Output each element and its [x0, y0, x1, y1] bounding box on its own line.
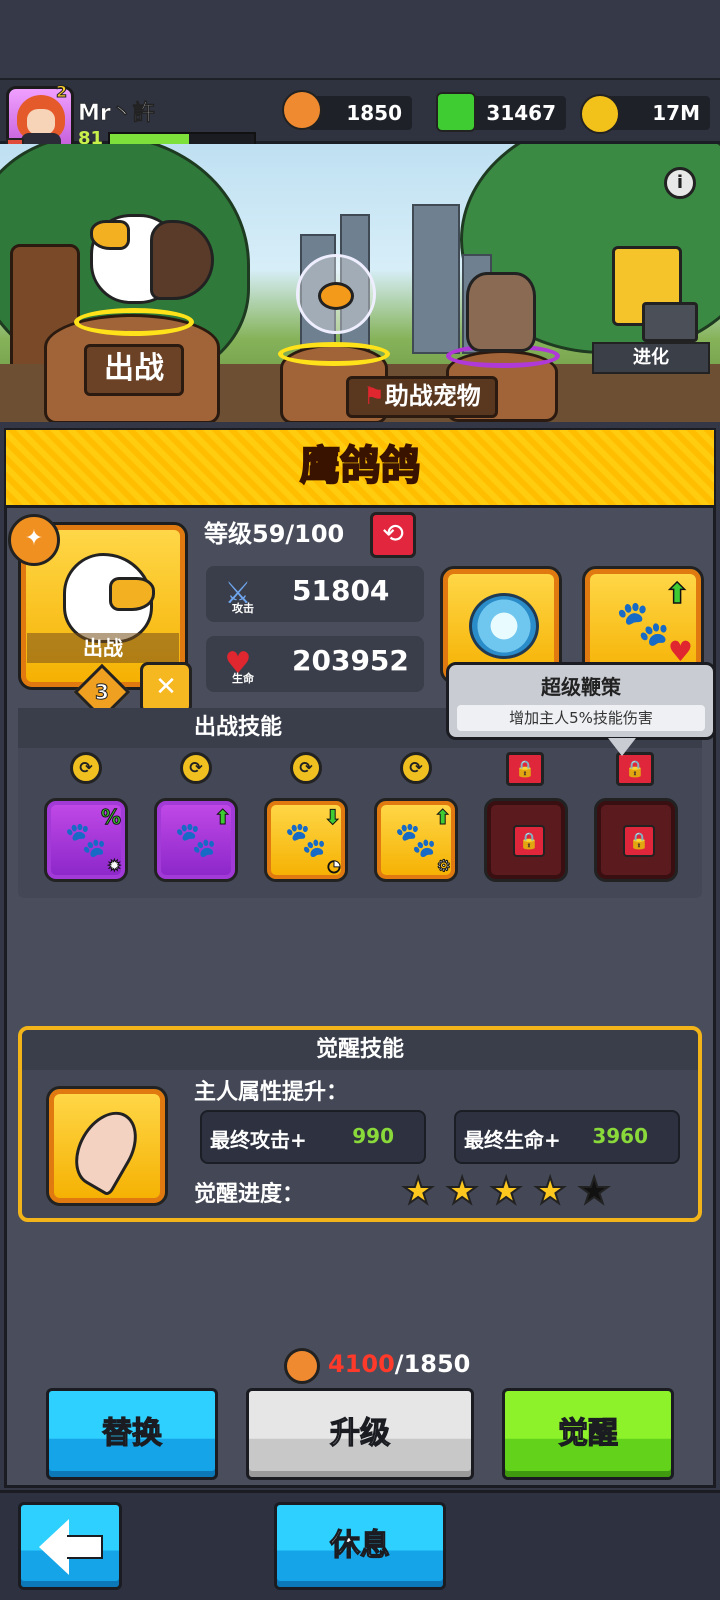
progress-label: 觉醒进度：: [194, 1182, 305, 1207]
swap-icon[interactable]: ✕: [140, 662, 192, 714]
lock-icon: 🔒: [506, 752, 544, 786]
status-bar: [0, 0, 720, 78]
star-filled-icon: ★: [533, 1171, 567, 1213]
cost-owned: /1850: [394, 1350, 471, 1378]
whip-icon: ⚙: [436, 856, 451, 876]
cost-needed: 4100: [328, 1350, 395, 1378]
token-value: 1850: [346, 101, 402, 125]
skill-slot-indicator: ⟳: [290, 752, 322, 784]
replace-button[interactable]: 替换: [46, 1388, 218, 1480]
skill-locked-2[interactable]: 🔒: [594, 798, 678, 882]
back-arrow-icon: [39, 1519, 69, 1575]
skill-damage-up[interactable]: 🐾 ⬆ ⚙: [374, 798, 458, 882]
percent-icon: %: [100, 805, 121, 830]
portrait-deploy-label: 出战: [27, 633, 179, 663]
species-badge-icon: ✦: [8, 514, 60, 566]
coin-plus-icon[interactable]: [580, 94, 620, 134]
final-hp-box: 最终生命+ 3960: [454, 1110, 680, 1164]
feather-skill[interactable]: [46, 1086, 168, 1206]
token-icon: [282, 90, 322, 130]
arrow-up-icon: ⬆: [434, 805, 452, 830]
upgrade-button[interactable]: 升级: [246, 1388, 474, 1480]
star-level: 3: [95, 680, 110, 705]
assist-pet-sign[interactable]: ⚑助战宠物: [346, 376, 498, 418]
awaken-stars: ★ ★ ★ ★ ★: [401, 1171, 632, 1216]
boost-label: 主人属性提升：: [194, 1080, 349, 1105]
token-cost-icon: [284, 1348, 320, 1384]
awaken-button[interactable]: 觉醒: [502, 1388, 674, 1480]
token-counter: 1850: [308, 96, 412, 130]
skill-cooldown-down[interactable]: 🐾 ⬇ ◔: [264, 798, 348, 882]
tornado-icon: [469, 593, 539, 659]
info-icon[interactable]: i: [664, 167, 696, 199]
skill-attack-up[interactable]: 🐾 ⬆: [154, 798, 238, 882]
deploy-sign[interactable]: 出战: [84, 344, 184, 396]
arrow-up-icon: ⬆: [665, 576, 690, 611]
assist-label: 助战宠物: [384, 382, 481, 410]
skill-locked-1[interactable]: 🔒: [484, 798, 568, 882]
attack-label: 攻击: [232, 602, 254, 615]
rank-badge: 2: [55, 82, 68, 102]
skill-slot-indicator: ⟳: [70, 752, 102, 784]
skill-crit-rate[interactable]: 🐾% ✹: [44, 798, 128, 882]
reset-level-button[interactable]: ⟲: [370, 512, 416, 558]
clock-icon: ◔: [327, 856, 342, 876]
evolve-label: 进化: [592, 342, 710, 374]
tooltip-desc: 增加主人5%技能伤害: [457, 705, 705, 731]
arrow-up-icon: ⬆: [214, 805, 232, 830]
arrow-down-icon: ⬇: [324, 805, 342, 830]
skill-slot-indicator: ⟳: [400, 752, 432, 784]
back-button[interactable]: [18, 1502, 122, 1590]
attack-stat: ⚔ 攻击 51804: [206, 566, 424, 622]
upgrade-cost: 4100/1850: [328, 1350, 470, 1378]
evolve-button[interactable]: 进化: [592, 246, 710, 376]
gem-plus-icon[interactable]: [436, 92, 476, 132]
battle-skills-title: 出战技能: [193, 715, 282, 740]
star-filled-icon: ★: [445, 1171, 479, 1213]
tooltip-tail: [608, 738, 636, 756]
dog-pet[interactable]: [466, 272, 536, 352]
final-attack-box: 最终攻击+ 990: [200, 1110, 426, 1164]
hp-stat: ♥ 生命 203952: [206, 636, 424, 692]
final-attack-value: 990: [352, 1124, 394, 1148]
star-filled-icon: ★: [401, 1171, 435, 1213]
star-filled-icon: ★: [489, 1171, 523, 1213]
lock-icon: 🔒: [513, 825, 545, 857]
final-attack-label: 最终攻击+: [210, 1128, 307, 1152]
pet-name-title: 鹰鸽鸽: [299, 442, 421, 490]
beak-icon: [109, 577, 155, 611]
feather-icon: [62, 1100, 150, 1198]
hp-value: 203952: [292, 644, 409, 677]
skill-slot-indicator: ⟳: [180, 752, 212, 784]
player-name: Mr丶許: [78, 101, 155, 127]
star-empty-icon: ★: [577, 1171, 611, 1213]
lock-icon: 🔒: [623, 825, 655, 857]
lock-icon: 🔒: [616, 752, 654, 786]
flag-icon: ⚑: [363, 382, 385, 410]
awaken-skill-title: 觉醒技能: [22, 1030, 698, 1070]
attack-value: 51804: [292, 574, 390, 607]
skill-tooltip: 超级鞭策 增加主人5%技能伤害: [446, 662, 716, 740]
rest-button[interactable]: 休息: [274, 1502, 446, 1590]
gear-icon: ✹: [107, 856, 121, 876]
title-bar: 鹰鸽鸽: [6, 430, 714, 508]
final-hp-value: 3960: [592, 1124, 648, 1148]
final-hp-label: 最终生命+: [464, 1128, 561, 1152]
hp-label: 生命: [232, 672, 254, 685]
tooltip-title: 超级鞭策: [541, 675, 621, 699]
pet-level: 等级59/100: [204, 520, 345, 548]
